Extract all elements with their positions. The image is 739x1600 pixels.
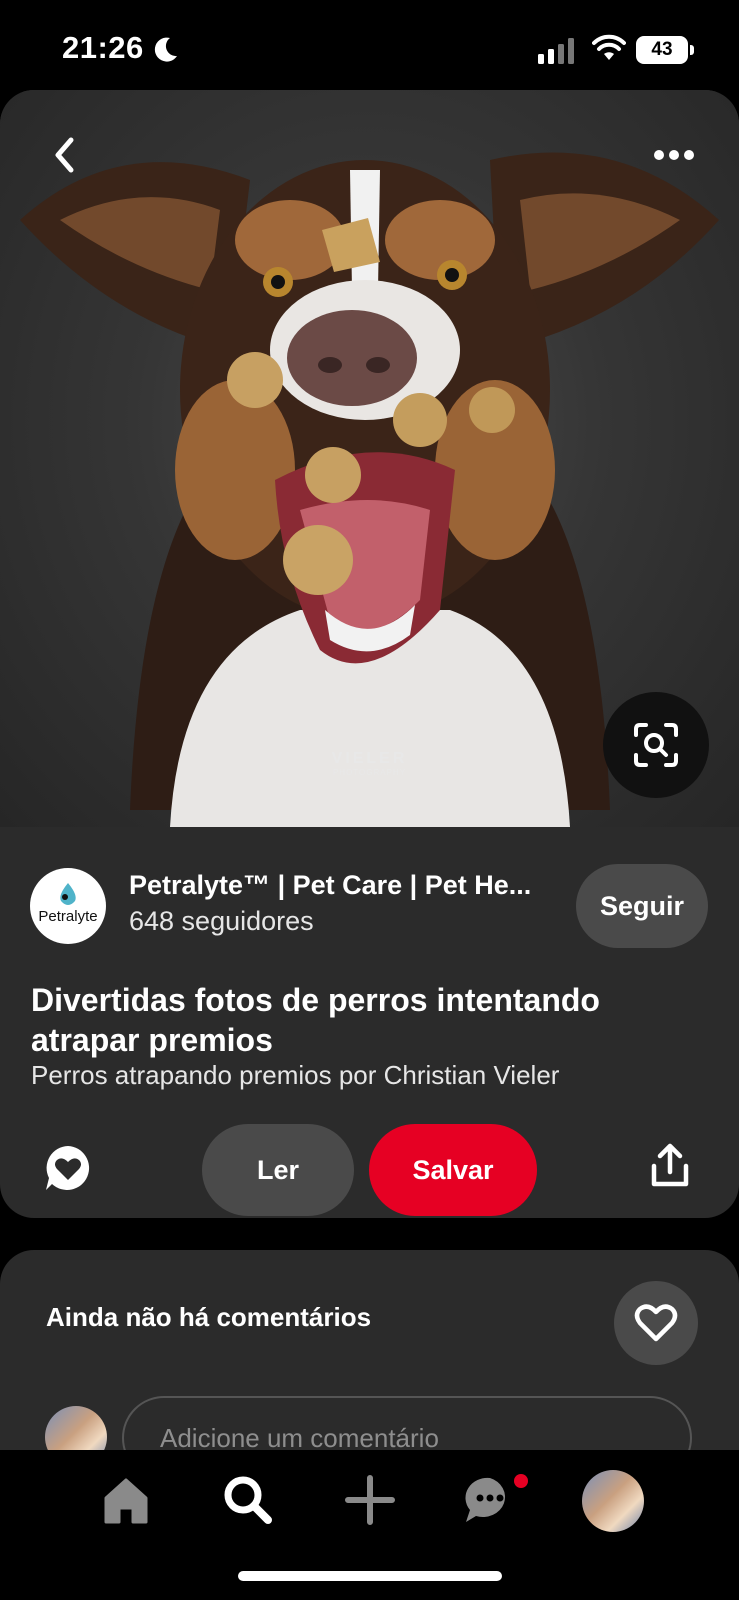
comments-card: Ainda não há comentários — [0, 1250, 739, 1470]
save-button[interactable]: Salvar — [369, 1124, 537, 1216]
creator-name[interactable]: Petralyte™ | Pet Care | Pet He... — [129, 870, 559, 901]
home-indicator — [238, 1571, 502, 1581]
visual-search-icon — [634, 723, 678, 767]
pin-title: Divertidas fotos de perros intentando at… — [31, 982, 600, 1058]
home-icon — [104, 1478, 148, 1524]
nav-messages[interactable] — [460, 1470, 520, 1530]
heart-icon — [634, 1304, 678, 1342]
pin-image[interactable]: VIELER PHOTOGRAPHY — [0, 90, 739, 827]
share-button[interactable] — [648, 1142, 692, 1190]
more-options-button[interactable] — [646, 135, 702, 175]
drop-logo-icon — [60, 883, 76, 905]
creator-avatar-brand: Petralyte — [38, 908, 98, 925]
share-icon — [651, 1143, 689, 1187]
creator-followers: 648 seguidores — [129, 906, 314, 936]
visual-search-button[interactable] — [603, 692, 709, 798]
like-button[interactable] — [614, 1281, 698, 1365]
nav-create[interactable] — [340, 1470, 400, 1530]
read-button[interactable]: Ler — [202, 1124, 354, 1216]
more-icon — [654, 150, 694, 160]
back-button[interactable] — [40, 130, 90, 180]
battery-level: 43 — [636, 36, 688, 64]
search-icon — [224, 1476, 272, 1524]
creator-avatar[interactable]: Petralyte — [30, 868, 106, 944]
nav-home[interactable] — [96, 1470, 156, 1530]
battery-tip — [690, 45, 694, 55]
wifi-icon — [592, 34, 626, 60]
pin-subtitle: Perros atrapando premios por Christian V… — [31, 1060, 560, 1090]
nav-search[interactable] — [218, 1470, 278, 1530]
status-time: 21:26 — [62, 30, 144, 65]
plus-icon — [345, 1475, 395, 1525]
follow-button[interactable]: Seguir — [576, 864, 708, 948]
react-icon — [46, 1146, 90, 1190]
react-button[interactable] — [42, 1142, 94, 1194]
comments-empty-title: Ainda não há comentários — [46, 1302, 372, 1332]
moon-icon — [154, 37, 177, 62]
pin-card: VIELER PHOTOGRAPHY Petralyte Petralyte™ … — [0, 90, 739, 1218]
signal-icon — [538, 38, 574, 64]
notification-dot — [514, 1474, 528, 1488]
messages-icon — [465, 1477, 506, 1522]
back-arrow-icon — [55, 137, 74, 173]
nav-profile[interactable] — [582, 1470, 644, 1532]
